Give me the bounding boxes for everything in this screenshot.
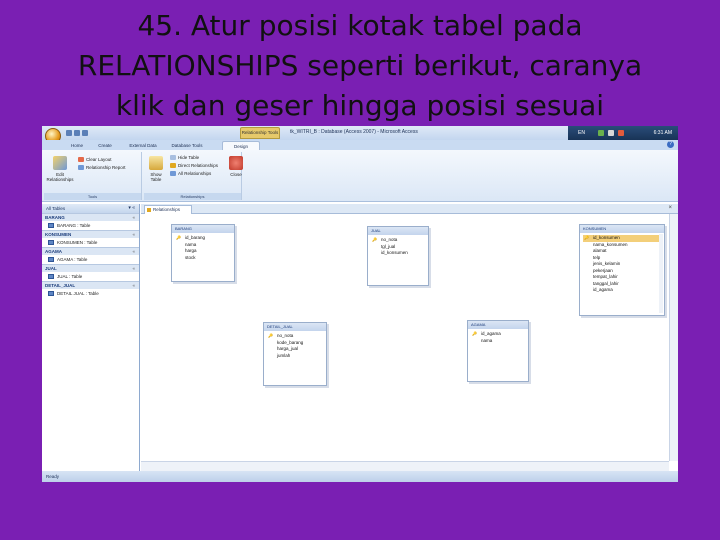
tools-group: Edit Relationships Clear Layout Relation… bbox=[44, 152, 142, 200]
title-bar: Relationship Tools tk_WITRI_B : Database… bbox=[42, 126, 678, 140]
undo-icon[interactable] bbox=[74, 130, 80, 136]
table-icon bbox=[48, 223, 54, 229]
nav-item-konsumen[interactable]: KONSUMEN : Table bbox=[42, 238, 139, 247]
table-box-title[interactable]: BARANG bbox=[172, 225, 234, 233]
tools-group-label: Tools bbox=[44, 193, 141, 200]
field-row[interactable]: nama bbox=[471, 338, 525, 345]
clock[interactable]: 6:31 AM bbox=[654, 126, 672, 140]
nav-item-barang[interactable]: BARANG : Table bbox=[42, 221, 139, 230]
status-bar: Ready bbox=[42, 471, 678, 482]
field-row[interactable]: id_agama bbox=[583, 287, 661, 294]
table-box-title[interactable]: JUAL bbox=[368, 227, 428, 235]
relationships-icon bbox=[147, 208, 151, 212]
table-icon bbox=[48, 274, 54, 280]
all-relationships-button[interactable]: All Relationships bbox=[170, 170, 211, 177]
collapse-icon[interactable]: « bbox=[132, 265, 135, 273]
table-icon bbox=[48, 291, 54, 297]
field-list: id_konsumen nama_konsumen alamat telp je… bbox=[580, 233, 664, 296]
ribbon-tabs: Home Create External Data Database Tools… bbox=[42, 140, 678, 150]
nav-group-konsumen[interactable]: KONSUMEN « bbox=[42, 230, 139, 238]
direct-relationships-button[interactable]: Direct Relationships bbox=[170, 162, 218, 169]
tab-create[interactable]: Create bbox=[94, 141, 116, 150]
clear-layout-icon bbox=[78, 157, 84, 163]
save-icon[interactable] bbox=[66, 130, 72, 136]
show-table-button[interactable]: Show Table bbox=[146, 156, 166, 182]
slide-title-line-1: 45. Atur posisi kotak tabel pada bbox=[137, 9, 583, 42]
relationship-tools-context-tab: Relationship Tools bbox=[240, 127, 280, 139]
slide-title: 45. Atur posisi kotak tabel pada RELATIO… bbox=[0, 6, 720, 126]
collapse-icon[interactable]: « bbox=[132, 231, 135, 239]
slide-title-line-2: RELATIONSHIPS seperti berikut, caranya bbox=[77, 49, 643, 82]
table-icon bbox=[48, 240, 54, 246]
nav-group-barang[interactable]: BARANG « bbox=[42, 213, 139, 221]
tab-external-data[interactable]: External Data bbox=[124, 141, 162, 150]
status-text: Ready bbox=[46, 474, 60, 479]
table-box-agama[interactable]: AGAMA id_agama nama bbox=[467, 320, 529, 382]
table-box-title[interactable]: KONSUMEN bbox=[580, 225, 664, 233]
edit-relationships-icon bbox=[53, 156, 67, 170]
nav-group-detail-jual[interactable]: DETAIL_JUAL « bbox=[42, 281, 139, 289]
volume-icon[interactable] bbox=[608, 130, 614, 136]
nav-item-agama[interactable]: AGAMA : Table bbox=[42, 255, 139, 264]
nav-item-detail-jual[interactable]: DETAIL JUAL : Table bbox=[42, 289, 139, 298]
chevron-down-icon[interactable]: ▾ « bbox=[128, 204, 135, 213]
flag-icon[interactable] bbox=[618, 130, 624, 136]
document-tabs: Relationships × bbox=[141, 204, 678, 214]
table-box-detail-jual[interactable]: DETAIL_JUAL no_nota kode_barang harga_ju… bbox=[263, 322, 327, 386]
tab-design[interactable]: Design bbox=[222, 141, 260, 150]
network-icon[interactable] bbox=[598, 130, 604, 136]
relationship-report-button[interactable]: Relationship Report bbox=[78, 164, 126, 171]
field-row[interactable]: id_konsumen bbox=[371, 250, 425, 257]
horizontal-scrollbar[interactable] bbox=[141, 461, 669, 471]
close-icon bbox=[229, 156, 243, 170]
field-row[interactable]: stock bbox=[175, 255, 231, 262]
tab-home[interactable]: Home bbox=[66, 141, 88, 150]
field-row[interactable]: jumlah bbox=[267, 353, 323, 360]
relationships-canvas[interactable]: BARANG id_barang nama harga stock JUAL n… bbox=[141, 214, 669, 461]
slide-title-line-3: klik dan geser hingga posisi sesuai bbox=[115, 89, 605, 122]
close-group: Close bbox=[224, 152, 248, 200]
system-tray: EN 6:31 AM bbox=[568, 126, 678, 140]
nav-item-jual[interactable]: JUAL : Table bbox=[42, 272, 139, 281]
close-button[interactable]: Close bbox=[226, 156, 246, 177]
direct-relationships-icon bbox=[170, 163, 176, 169]
vertical-scrollbar[interactable] bbox=[669, 214, 678, 461]
close-document-icon[interactable]: × bbox=[668, 205, 672, 211]
table-box-jual[interactable]: JUAL no_nota tgl_jual id_konsumen bbox=[367, 226, 429, 286]
table-box-title[interactable]: DETAIL_JUAL bbox=[264, 323, 326, 331]
table-box-barang[interactable]: BARANG id_barang nama harga stock bbox=[171, 224, 235, 282]
ribbon: Edit Relationships Clear Layout Relation… bbox=[42, 150, 678, 202]
access-screenshot: Relationship Tools tk_WITRI_B : Database… bbox=[42, 126, 678, 482]
collapse-icon[interactable]: « bbox=[132, 282, 135, 290]
hide-table-button[interactable]: Hide Table bbox=[170, 154, 199, 161]
tab-relationships[interactable]: Relationships bbox=[144, 205, 192, 214]
help-icon[interactable]: ? bbox=[667, 141, 674, 148]
all-relationships-icon bbox=[170, 171, 176, 177]
table-box-scrollbar[interactable] bbox=[659, 234, 663, 313]
table-box-konsumen[interactable]: KONSUMEN id_konsumen nama_konsumen alama… bbox=[579, 224, 665, 316]
relationship-report-icon bbox=[78, 165, 84, 171]
table-icon bbox=[48, 257, 54, 263]
collapse-icon[interactable]: « bbox=[132, 248, 135, 256]
field-list: no_nota tgl_jual id_konsumen bbox=[368, 235, 428, 259]
nav-group-agama[interactable]: AGAMA « bbox=[42, 247, 139, 255]
field-list: no_nota kode_barang harga_jual jumlah bbox=[264, 331, 326, 361]
tab-database-tools[interactable]: Database Tools bbox=[166, 141, 208, 150]
nav-header[interactable]: All Tables ▾ « bbox=[42, 204, 139, 213]
clear-layout-button[interactable]: Clear Layout bbox=[78, 156, 112, 163]
field-list: id_agama nama bbox=[468, 329, 528, 346]
field-list: id_barang nama harga stock bbox=[172, 233, 234, 263]
show-table-icon bbox=[149, 156, 163, 170]
window-title: tk_WITRI_B : Database (Access 2007) - Mi… bbox=[290, 129, 418, 135]
redo-icon[interactable] bbox=[82, 130, 88, 136]
nav-group-jual[interactable]: JUAL « bbox=[42, 264, 139, 272]
document-area: Relationships × BARANG id_barang nama ha… bbox=[141, 204, 678, 471]
quick-access-toolbar bbox=[66, 130, 106, 137]
navigation-pane: All Tables ▾ « BARANG « BARANG : Table KO… bbox=[42, 204, 140, 471]
collapse-icon[interactable]: « bbox=[132, 214, 135, 222]
language-indicator[interactable]: EN bbox=[578, 126, 585, 140]
table-box-title[interactable]: AGAMA bbox=[468, 321, 528, 329]
hide-table-icon bbox=[170, 155, 176, 161]
edit-relationships-button[interactable]: Edit Relationships bbox=[46, 156, 74, 182]
